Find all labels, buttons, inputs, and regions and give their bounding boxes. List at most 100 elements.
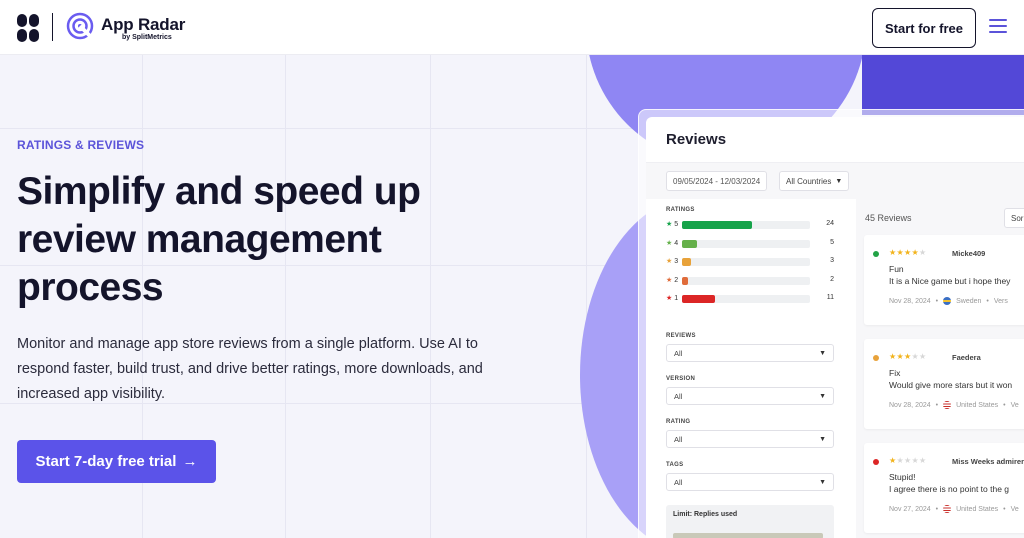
filter-select[interactable]: All ▼: [666, 387, 834, 405]
decorative-block: [862, 55, 1024, 115]
separator: •: [986, 297, 989, 305]
site-header: App Radar by SplitMetrics Start for free: [0, 0, 1024, 55]
sentiment-dot: [873, 459, 879, 465]
rating-row[interactable]: ★ 1 11: [666, 294, 834, 304]
review-author: Miss Weeks admirer: [952, 457, 1024, 466]
reviews-toolbar: 09/05/2024 - 12/03/2024 All Countries ▼: [646, 163, 1024, 199]
filter-select[interactable]: All ▼: [666, 473, 834, 491]
start-for-free-button[interactable]: Start for free: [872, 8, 976, 48]
rating-bar-track: [682, 221, 810, 229]
filter-select[interactable]: All ▼: [666, 344, 834, 362]
ratings-panel: RATINGS ★ 5 24 ★ 4 5 ★ 3 3 ★ 2 2 ★ 1 11: [666, 207, 834, 303]
filter-label: REVIEWS: [666, 333, 696, 339]
rating-value: 4: [674, 239, 679, 247]
filter-group: REVIEWS All ▼: [666, 333, 834, 362]
rating-value: 3: [674, 258, 679, 265]
rating-stars-label: ★ 4: [666, 239, 678, 247]
separator: •: [1003, 505, 1006, 513]
caret-down-icon: ▼: [819, 392, 826, 400]
rating-row[interactable]: ★ 33: [666, 257, 834, 267]
review-title: Stupid!: [889, 472, 916, 482]
caret-down-icon: ▼: [819, 435, 826, 443]
review-country: United States: [956, 401, 999, 409]
country-filter-label: All Countries: [786, 176, 832, 186]
filter-value: All: [674, 391, 683, 401]
rating-bar-fill: [682, 221, 752, 229]
start-trial-button[interactable]: Start 7-day free trial →: [17, 440, 216, 483]
star-rating: ★★★★★: [889, 248, 927, 257]
rating-bar-track: [682, 239, 810, 248]
rating-bar-track: [682, 276, 810, 285]
rating-bar-track: [682, 295, 810, 303]
review-title: Fun: [889, 264, 904, 274]
review-date: Nov 28, 2024: [889, 297, 931, 305]
rating-count: 11: [826, 294, 834, 301]
headline-line: process: [17, 266, 164, 309]
rating-bar-fill: [682, 276, 688, 285]
review-country: Sweden: [956, 297, 982, 305]
reviews-list-panel: 45 Reviews Sor ★★★★★ Micke409 Fun It is a N…: [856, 199, 1024, 538]
rating-stars-label: ★ 2: [666, 276, 678, 284]
hamburger-menu-icon[interactable]: [989, 19, 1007, 35]
splitmetrics-logo-icon[interactable]: [17, 14, 39, 42]
reviews-title: Reviews: [666, 131, 727, 148]
ratings-label: RATINGS: [666, 207, 695, 213]
headline-line: review management: [17, 218, 382, 261]
rating-bar-fill: [682, 239, 697, 248]
rating-count: 24: [826, 220, 834, 227]
filter-label: VERSION: [666, 376, 696, 382]
review-card[interactable]: ★★★★★ Micke409 Fun It is a Nice game but i …: [864, 235, 1024, 325]
hero-headline: Simplify and speed up review management …: [17, 168, 537, 312]
country-flag-icon: [943, 401, 952, 409]
headline-line: Simplify and speed up: [17, 170, 421, 213]
rating-row[interactable]: ★ 4 5: [666, 239, 834, 249]
review-date: Nov 28, 2024: [889, 401, 931, 409]
review-author: Micke409: [952, 249, 986, 258]
start-trial-label: Start 7-day free trial: [35, 453, 177, 470]
rating-count: 3: [830, 257, 834, 264]
rating-value: 1: [674, 295, 679, 302]
filter-label: TAGS: [666, 462, 684, 468]
caret-down-icon: ▼: [819, 478, 826, 486]
rating-stars-label: ★ 3: [666, 257, 678, 265]
filter-value: All: [674, 434, 683, 444]
filter-value: All: [674, 348, 683, 358]
separator: •: [935, 401, 939, 409]
review-version: Ve: [1010, 401, 1019, 409]
review-country: United States: [956, 505, 999, 513]
rating-bar-track: [682, 258, 810, 266]
country-flag-icon: [943, 297, 952, 305]
caret-down-icon: ▼: [835, 177, 843, 185]
review-card[interactable]: ★★★★★ Faedera Fix Would give more stars but…: [864, 339, 1024, 429]
date-range-filter[interactable]: 09/05/2024 - 12/03/2024: [666, 171, 768, 191]
star-icon: ★: [666, 239, 673, 247]
app-radar-logo-icon[interactable]: [66, 12, 94, 40]
country-filter[interactable]: All Countries ▼: [779, 171, 850, 191]
arrow-right-icon: →: [182, 453, 198, 470]
review-date: Nov 27, 2024: [889, 505, 931, 513]
review-author: Faedera: [952, 353, 981, 362]
review-meta: Nov 28, 2024 • Sweden • Vers: [889, 297, 1008, 305]
review-text: Would give more stars but it won: [889, 380, 1013, 390]
separator: •: [1003, 401, 1006, 409]
review-title: Fix: [889, 368, 901, 378]
rating-count: 5: [830, 238, 834, 246]
rating-row[interactable]: ★ 22: [666, 276, 834, 286]
sort-dropdown[interactable]: Sor: [1004, 208, 1024, 228]
brand-name[interactable]: App Radar: [101, 15, 185, 35]
filter-select[interactable]: All ▼: [666, 430, 834, 448]
filter-label: RATING: [666, 419, 691, 425]
country-flag-icon: [943, 505, 952, 513]
separator: •: [935, 297, 939, 305]
review-card[interactable]: ★★★★★ Miss Weeks admirer Stupid! I agree th…: [864, 443, 1024, 533]
filter-group: RATING All ▼: [666, 419, 834, 448]
review-count: 45 Reviews: [865, 213, 912, 223]
rating-value: 2: [674, 276, 679, 284]
caret-down-icon: ▼: [819, 349, 826, 357]
review-meta: Nov 28, 2024 • United States • Ve: [889, 401, 1019, 409]
limit-progress-bar: [673, 533, 823, 538]
filter-value: All: [674, 477, 683, 487]
review-version: Ve: [1010, 505, 1019, 513]
star-rating: ★★★★★: [889, 456, 927, 465]
rating-row[interactable]: ★ 5 24: [666, 220, 834, 230]
